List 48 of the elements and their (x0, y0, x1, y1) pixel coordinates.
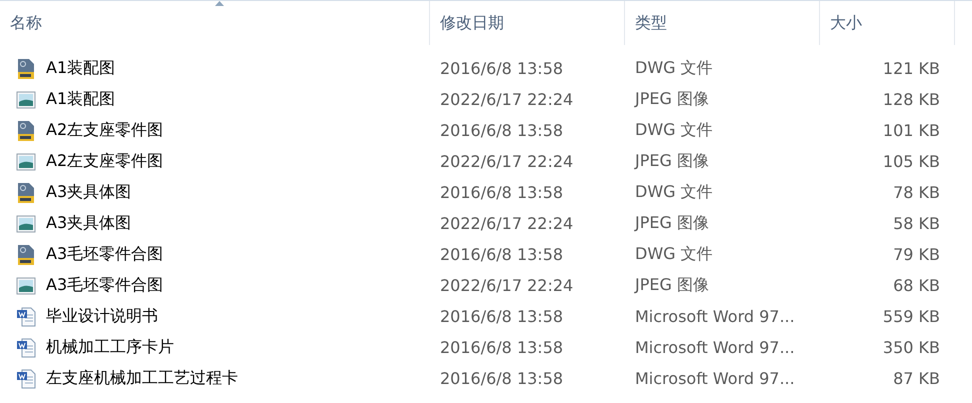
column-header[interactable]: 修改日期 (430, 1, 625, 45)
modified-date: 2016/6/8 13:58 (439, 245, 564, 264)
file-name[interactable]: A2左支座零件图 (46, 120, 164, 141)
modified-date: 2022/6/17 22:24 (439, 152, 574, 171)
file-size: 78 KB (892, 183, 940, 202)
file-name[interactable]: A3夹具体图 (46, 213, 132, 234)
file-type: JPEG 图像 (633, 151, 710, 172)
file-name[interactable]: A1装配图 (46, 58, 116, 79)
file-type: DWG 文件 (634, 120, 714, 141)
file-size: 68 KB (892, 276, 940, 295)
modified-date: 2016/6/8 13:58 (439, 338, 564, 357)
column-header[interactable]: 名称 (0, 1, 430, 45)
file-type: JPEG 图像 (633, 275, 710, 296)
file-size: 559 KB (882, 307, 940, 326)
file-name[interactable]: A3毛坯零件合图 (46, 275, 164, 296)
modified-date: 2022/6/17 22:24 (439, 90, 574, 109)
modified-date: 2022/6/17 22:24 (439, 276, 574, 295)
file-type: DWG 文件 (634, 182, 714, 203)
file-size: 128 KB (882, 90, 940, 109)
file-name[interactable]: 左支座机械加工工艺过程卡 (46, 368, 238, 389)
file-size: 121 KB (882, 59, 940, 78)
file-name[interactable]: 机械加工工序卡片 (46, 337, 174, 358)
file-type: JPEG 图像 (633, 89, 710, 110)
modified-date: 2016/6/8 13:58 (439, 59, 564, 78)
file-name[interactable]: 毕业设计说明书 (46, 306, 158, 327)
file-size: 105 KB (882, 152, 940, 171)
file-size: 58 KB (892, 214, 940, 233)
file-type: DWG 文件 (634, 58, 714, 79)
file-name[interactable]: A1装配图 (46, 89, 116, 110)
modified-date: 2016/6/8 13:58 (439, 121, 564, 140)
file-name[interactable]: A3毛坯零件合图 (46, 244, 164, 265)
file-name[interactable]: A3夹具体图 (46, 182, 132, 203)
file-size: 101 KB (882, 121, 940, 140)
file-size: 79 KB (892, 245, 940, 264)
file-type: Microsoft Word 97... (634, 369, 796, 388)
file-name[interactable]: A2左支座零件图 (46, 151, 164, 172)
file-size: 350 KB (882, 338, 940, 357)
file-type: DWG 文件 (634, 244, 714, 265)
column-header[interactable]: 大小 (820, 1, 955, 45)
modified-date: 2016/6/8 13:58 (439, 369, 564, 388)
modified-date: 2016/6/8 13:58 (439, 183, 564, 202)
modified-date: 2022/6/17 22:24 (439, 214, 574, 233)
file-type: Microsoft Word 97... (634, 307, 796, 326)
file-type: JPEG 图像 (633, 213, 710, 234)
column-header[interactable]: 类型 (625, 1, 820, 45)
file-type: Microsoft Word 97... (634, 338, 796, 357)
modified-date: 2016/6/8 13:58 (439, 307, 564, 326)
file-size: 87 KB (892, 369, 940, 388)
